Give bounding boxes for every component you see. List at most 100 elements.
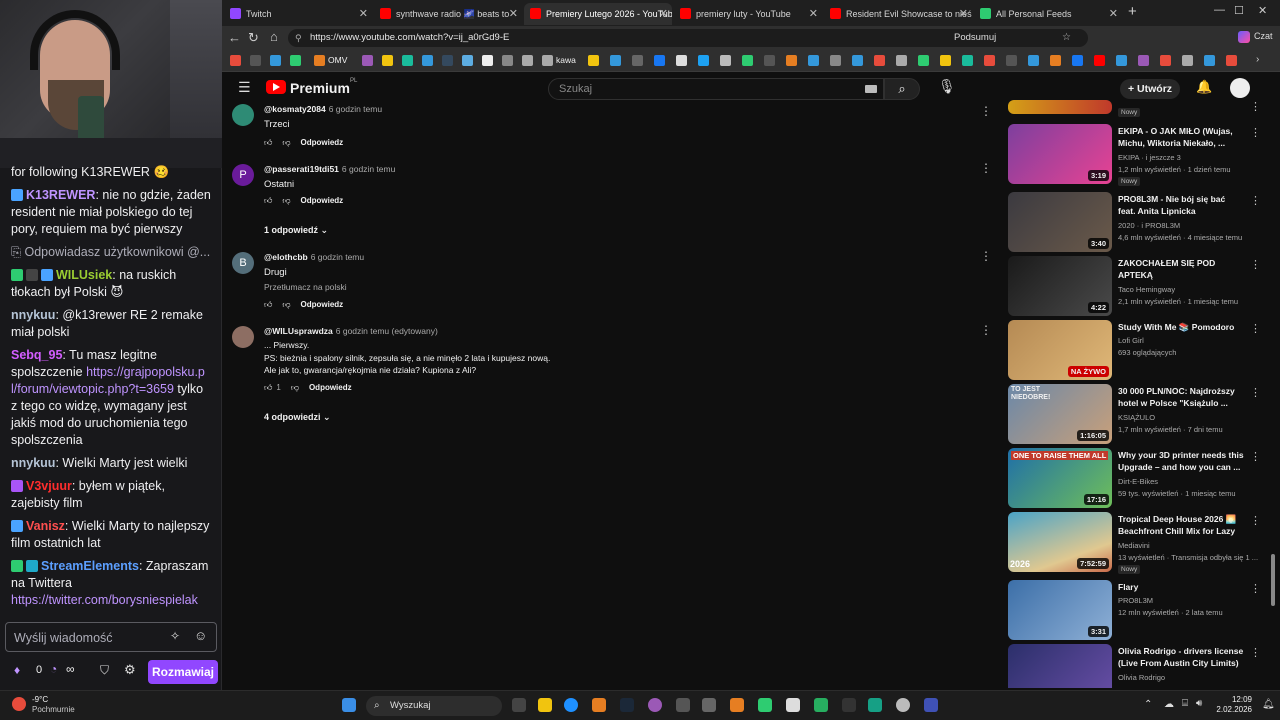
bookmark-icon[interactable] <box>462 55 473 66</box>
video-thumbnail[interactable] <box>1008 100 1112 114</box>
chat-input[interactable]: Wyślij wiadomość ✧ ☺ <box>5 622 217 652</box>
account-avatar[interactable] <box>1230 78 1250 98</box>
bookmark-icon[interactable] <box>250 55 261 66</box>
app-icon[interactable] <box>702 698 716 712</box>
settings-gear-icon[interactable]: ⚙ <box>124 662 136 678</box>
bookmark-icon[interactable] <box>482 55 493 66</box>
dislike-icon[interactable]: 👎︎ <box>282 138 290 147</box>
chat-username[interactable]: nnykuu <box>11 308 55 322</box>
bookmark-icon[interactable] <box>1160 55 1171 66</box>
close-tab-icon[interactable]: ✕ <box>359 3 368 25</box>
bookmark-icon[interactable] <box>962 55 973 66</box>
channel-name[interactable]: EKIPA · i jeszcze 3 <box>1118 153 1181 162</box>
recommendation-item[interactable]: Olivia Rodrigo - drivers license (Live F… <box>1008 644 1274 688</box>
bookmark-icon[interactable] <box>362 55 373 66</box>
chat-username[interactable]: nnykuu <box>11 456 55 470</box>
recommendation-item[interactable]: NA ŻYWO Study With Me 📚 Pomodoro Lofi Gi… <box>1008 320 1274 380</box>
comment-avatar[interactable] <box>232 326 254 348</box>
recommendation-item[interactable]: 3:19 EKIPA - O JAK MIŁO (Wujas, Michu, W… <box>1008 124 1274 186</box>
tab-premiery-luty[interactable]: premiery luty - YouTube ✕ <box>674 3 822 25</box>
tray-chevron-up-icon[interactable]: ⌃ <box>1144 699 1152 710</box>
bookmark-icon[interactable] <box>742 55 753 66</box>
bookmark-icon[interactable] <box>588 55 599 66</box>
close-window-icon[interactable]: ✕ <box>1258 4 1267 17</box>
create-button[interactable]: + Utwórz <box>1120 79 1180 99</box>
recommendation-item[interactable]: Nowy ⋮ <box>1008 100 1274 120</box>
channel-points-icon[interactable]: ♦ <box>14 663 20 677</box>
minimize-icon[interactable]: — <box>1214 4 1225 16</box>
chat-username[interactable]: StreamElements <box>41 559 139 573</box>
more-options-icon[interactable]: ⋮ <box>1250 194 1261 207</box>
dislike-icon[interactable]: 👎︎ <box>282 196 290 205</box>
bookmark-icon[interactable] <box>422 55 433 66</box>
reply-button[interactable]: Odpowiedz <box>309 383 352 392</box>
video-thumbnail[interactable]: 3:31 <box>1008 580 1112 640</box>
app-icon[interactable] <box>842 698 856 712</box>
video-title[interactable]: EKIPA - O JAK MIŁO (Wujas, Michu, Wiktor… <box>1118 126 1244 149</box>
file-explorer-icon[interactable] <box>538 698 552 712</box>
keyboard-icon[interactable] <box>865 85 877 93</box>
search-input[interactable]: Szukaj <box>548 78 884 100</box>
recommendation-item[interactable]: TO JEST NIEDOBRE! 1:16:05 30 000 PLN/NOC… <box>1008 384 1274 444</box>
app-icon[interactable] <box>924 698 938 712</box>
comment-menu-icon[interactable]: ⋮ <box>980 249 992 263</box>
bookmark-icon[interactable] <box>874 55 885 66</box>
recommendation-item[interactable]: 2026 7:52:59 Tropical Deep House 2026 🌅 … <box>1008 512 1274 574</box>
app-icon[interactable] <box>676 698 690 712</box>
app-icon[interactable] <box>648 698 662 712</box>
chat-username[interactable]: V3vjuur <box>26 479 72 493</box>
channel-name[interactable]: PRO8L3M <box>1118 596 1153 605</box>
like-icon[interactable]: 👍︎ <box>264 383 272 392</box>
app-icon[interactable] <box>868 698 882 712</box>
chat-username[interactable]: Sebq_95 <box>11 348 62 362</box>
comment-author[interactable]: @passerati19tdi51 <box>264 164 339 174</box>
coffee-icon[interactable] <box>542 55 553 66</box>
task-view-icon[interactable] <box>512 698 526 712</box>
hamburger-menu-icon[interactable]: ☰ <box>238 79 251 96</box>
omv-icon[interactable] <box>314 55 325 66</box>
bookmark-icon[interactable] <box>1028 55 1039 66</box>
recommendation-item[interactable]: 3:40 PRO8L3M - Nie bój się bać feat. Ani… <box>1008 192 1274 252</box>
comment-author[interactable]: @WILUsprawdza <box>264 326 333 336</box>
like-icon[interactable]: 👍︎ <box>264 300 272 309</box>
comment-avatar[interactable] <box>232 104 254 126</box>
bookmark-icon[interactable] <box>1094 55 1105 66</box>
steam-icon[interactable] <box>620 698 634 712</box>
tab-premiery-lutego[interactable]: Premiery Lutego 2026 - YouTube ✕ <box>524 3 672 25</box>
back-arrow-icon[interactable]: ← <box>228 30 241 45</box>
close-tab-icon[interactable]: ✕ <box>1109 3 1118 25</box>
dislike-icon[interactable]: 👎︎ <box>291 383 299 392</box>
more-options-icon[interactable]: ⋮ <box>1250 646 1261 659</box>
chat-username[interactable]: K13REWER <box>26 188 95 202</box>
chat-username[interactable]: WILUsiek <box>56 268 112 282</box>
video-title[interactable]: PRO8L3M - Nie bój się bać feat. Anita Li… <box>1118 194 1244 217</box>
bookmark-icon[interactable] <box>1182 55 1193 66</box>
channel-name[interactable]: Mediavini <box>1118 541 1150 550</box>
microphone-icon[interactable]: 🎙 <box>938 78 956 95</box>
bookmark-omv[interactable]: OMV <box>328 55 347 65</box>
video-thumbnail[interactable]: 3:19 <box>1008 124 1112 184</box>
channel-name[interactable]: Dirt-E-Bikes <box>1118 477 1158 486</box>
reply-button[interactable]: Odpowiedz <box>301 138 344 147</box>
clock[interactable]: 12:09 2.02.2026 <box>1204 695 1252 715</box>
url-field[interactable]: ⚲ https://www.youtube.com/watch?v=ij_a0r… <box>288 29 1088 47</box>
channel-name[interactable]: 2020 · i PRO8L3M <box>1118 221 1180 230</box>
weather-widget[interactable]: -9°C Pochmurnie <box>12 695 75 715</box>
video-title[interactable]: Olivia Rodrigo - drivers license (Live F… <box>1118 646 1244 669</box>
maximize-icon[interactable]: ☐ <box>1234 4 1244 17</box>
more-options-icon[interactable]: ⋮ <box>1250 100 1261 113</box>
bookmark-icon[interactable] <box>764 55 775 66</box>
bookmark-icon[interactable] <box>1072 55 1083 66</box>
copilot-icon[interactable] <box>1238 31 1250 43</box>
chat-button[interactable]: Czat <box>1254 31 1273 41</box>
bookmark-icon[interactable] <box>522 55 533 66</box>
notification-icon[interactable]: 🔔︎ <box>1262 699 1275 710</box>
bookmark-icon[interactable] <box>852 55 863 66</box>
home-icon[interactable]: ⌂ <box>270 29 278 44</box>
video-thumbnail[interactable] <box>1008 644 1112 688</box>
bookmark-icon[interactable] <box>808 55 819 66</box>
video-title[interactable]: Study With Me 📚 Pomodoro <box>1118 322 1244 334</box>
bookmark-icon[interactable] <box>918 55 929 66</box>
recommendation-item[interactable]: 4:22 ZAKOCHAŁEM SIĘ POD APTEKĄ Taco Hemi… <box>1008 256 1274 316</box>
translate-link[interactable]: Przetłumacz na polski <box>264 281 347 294</box>
